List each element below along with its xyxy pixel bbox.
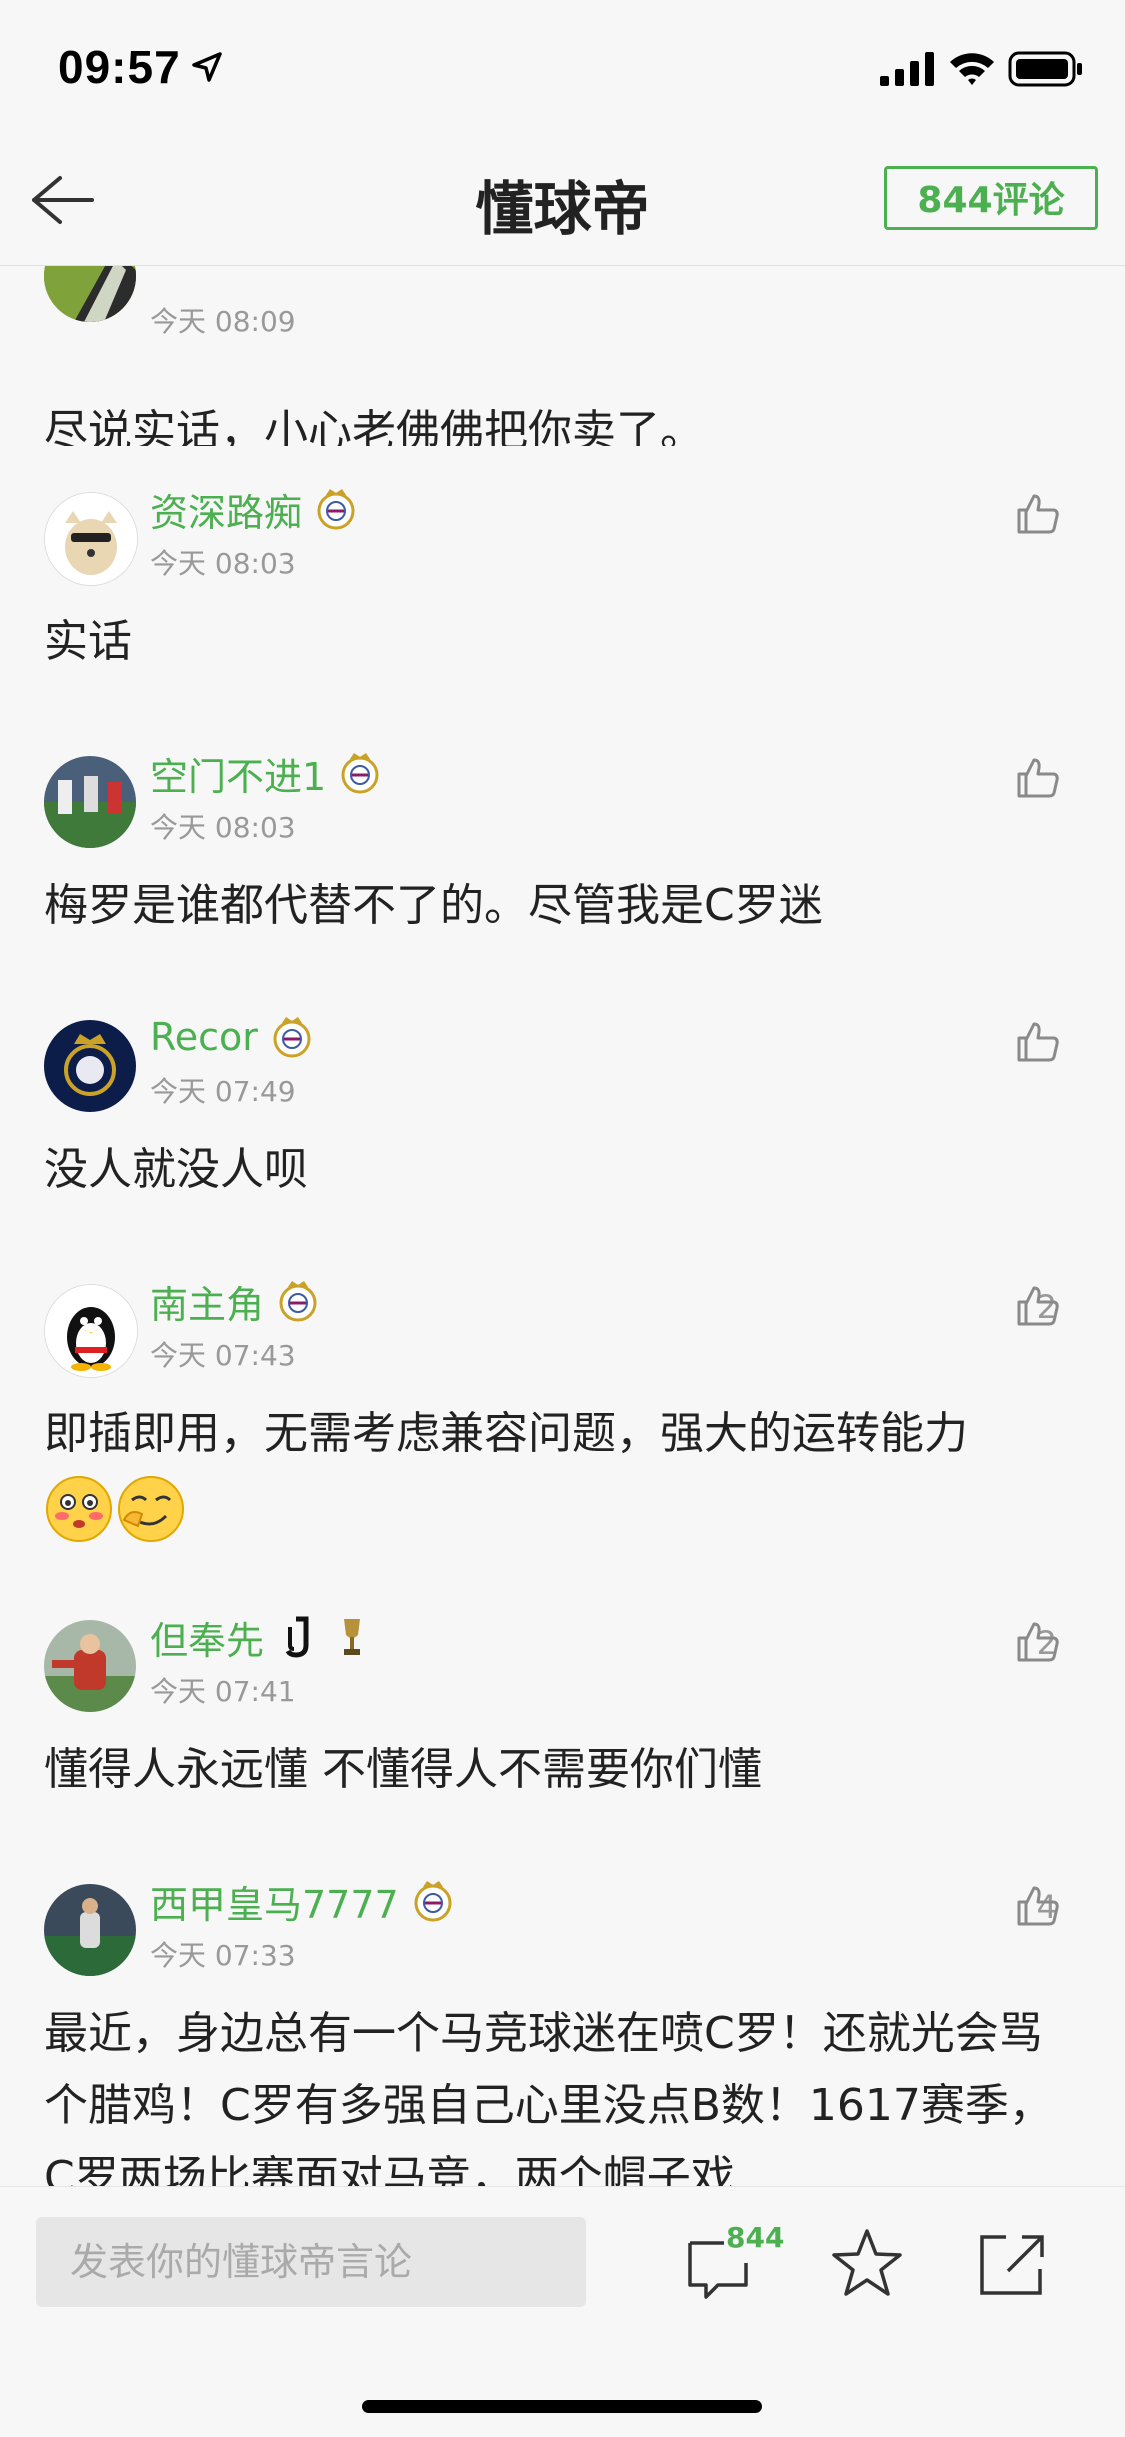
- share-icon[interactable]: [978, 2231, 1048, 2297]
- avatar[interactable]: [44, 1020, 136, 1112]
- status-time: 09:57: [58, 41, 181, 93]
- comment-text: 懂得人永远懂 不懂得人不需要你们懂: [44, 1744, 762, 1795]
- avatar[interactable]: [44, 492, 138, 586]
- comment-time: 今天 07:49: [150, 1075, 296, 1108]
- comment-text: 即插即用，无需考虑兼容问题，强大的运转能力: [44, 1408, 968, 1459]
- comment-item: 西甲皇马7777 今天 07:33 4 最近，身边总有一个马竞球迷在喷C罗！还就…: [0, 1838, 1125, 2186]
- username[interactable]: 资深路痴: [150, 482, 302, 537]
- thumbs-up-icon[interactable]: [1015, 1882, 1061, 1928]
- comment-text: 最近，身边总有一个马竞球迷在喷C罗！还就光会骂个腊鸡！C罗有多强自己心里没点B数…: [44, 2008, 1053, 2186]
- thumbs-up-icon[interactable]: [1015, 1282, 1061, 1328]
- location-arrow-icon: [192, 52, 222, 82]
- nav-bar: 懂球帝 844评论: [0, 140, 1125, 266]
- real-madrid-badge-icon: [317, 489, 355, 530]
- juventus-badge-icon: [285, 1616, 309, 1658]
- comment-time: 今天 08:09: [150, 305, 296, 338]
- real-madrid-badge-icon: [279, 1281, 317, 1322]
- thumbs-up-icon[interactable]: [1015, 1618, 1061, 1664]
- home-indicator[interactable]: [362, 2400, 762, 2413]
- username[interactable]: 空门不进1: [150, 746, 326, 801]
- comment-time: 今天 07:43: [150, 1339, 296, 1372]
- thumbs-up-icon[interactable]: [1015, 1018, 1061, 1064]
- avatar[interactable]: [44, 756, 136, 848]
- comment-text: 实话: [44, 616, 132, 667]
- status-bar: 09:57: [0, 0, 1125, 140]
- avatar[interactable]: [44, 266, 136, 322]
- cellular-signal-icon: [880, 52, 934, 86]
- comment-list[interactable]: 今天 08:09 尽说实话，小心老佛佛把你卖了。 资深路痴 今天 08:03 实…: [0, 266, 1125, 2186]
- comment-item: 南主角 今天 07:43 2 即插即用，无需考虑兼容问题，强大的运转能力: [0, 1238, 1125, 1576]
- comment-count-badge: 844: [726, 2221, 785, 2254]
- smirk-emoji-icon: [118, 1476, 184, 1542]
- thumbs-up-icon[interactable]: [1015, 754, 1061, 800]
- comment-item: 空门不进1 今天 08:03 梅罗是谁都代替不了的。尽管我是C罗迷: [0, 710, 1125, 976]
- comment-time: 今天 07:33: [150, 1939, 296, 1972]
- trophy-badge-icon: [344, 1619, 361, 1655]
- comment-time: 今天 08:03: [150, 811, 296, 844]
- username[interactable]: 西甲皇马7777: [150, 1874, 399, 1929]
- comment-item: 资深路痴 今天 08:03 实话: [0, 446, 1125, 712]
- real-madrid-badge-icon: [341, 753, 379, 794]
- star-favorite-icon[interactable]: [830, 2227, 904, 2299]
- comment-input[interactable]: 发表你的懂球帝言论: [36, 2217, 586, 2307]
- username[interactable]: 但奉先: [150, 1610, 264, 1665]
- avatar[interactable]: [44, 1620, 136, 1712]
- comment-text: 没人就没人呗: [44, 1144, 308, 1195]
- username[interactable]: Recor: [150, 1015, 258, 1059]
- comment-time: 今天 07:41: [150, 1675, 296, 1708]
- avatar[interactable]: [44, 1284, 138, 1378]
- comment-item: 但奉先 今天 07:41 2 懂得人永远懂 不懂得人不需要你们懂: [0, 1574, 1125, 1840]
- blushing-emoji-icon: [46, 1476, 112, 1542]
- real-madrid-badge-icon: [414, 1881, 452, 1922]
- username[interactable]: 南主角: [150, 1274, 264, 1329]
- comment-time: 今天 08:03: [150, 547, 296, 580]
- wifi-icon: [950, 53, 994, 85]
- comment-count-button[interactable]: 844评论: [884, 166, 1098, 230]
- comment-item: Recor 今天 07:49 没人就没人呗: [0, 974, 1125, 1240]
- avatar[interactable]: [44, 1884, 136, 1976]
- battery-icon: [1008, 51, 1082, 87]
- thumbs-up-icon[interactable]: [1015, 490, 1061, 536]
- real-madrid-badge-icon: [273, 1017, 311, 1058]
- comment-text: 梅罗是谁都代替不了的。尽管我是C罗迷: [44, 880, 823, 931]
